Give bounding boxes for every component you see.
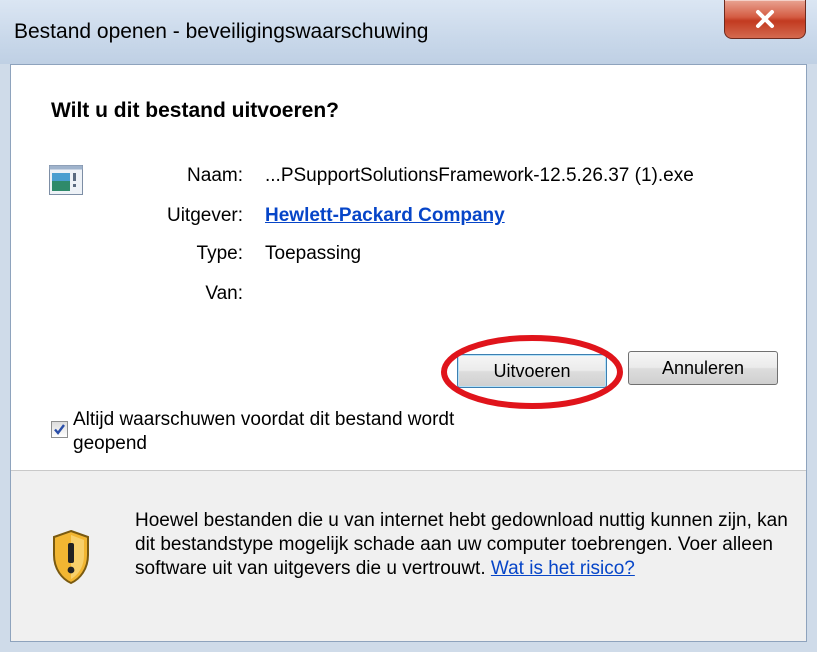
publisher-link[interactable]: Hewlett-Packard Company — [265, 205, 505, 227]
dialog-body: Wilt u dit bestand uitvoeren? Naam: ...P… — [10, 64, 807, 642]
from-label: Van: — [205, 283, 243, 304]
always-warn-label[interactable]: Altijd waarschuwen voordat dit bestand w… — [73, 408, 493, 456]
close-button[interactable] — [724, 0, 806, 39]
run-button[interactable]: Uitvoeren — [457, 354, 607, 388]
window-title: Bestand openen - beveiligingswaarschuwin… — [14, 20, 429, 43]
name-value: ...PSupportSolutionsFramework-12.5.26.37… — [265, 165, 694, 186]
warning-section: Hoewel bestanden die u van internet hebt… — [11, 471, 806, 641]
security-warning-dialog: Bestand openen - beveiligingswaarschuwin… — [0, 0, 817, 652]
name-label: Naam: — [187, 165, 243, 186]
publisher-label: Uitgever: — [166, 205, 243, 226]
warning-text: Hoewel bestanden die u van internet hebt… — [135, 510, 788, 579]
shield-warning-icon — [53, 529, 89, 585]
cancel-button[interactable]: Annuleren — [628, 351, 778, 385]
title-bar: Bestand openen - beveiligingswaarschuwin… — [0, 0, 817, 64]
dialog-heading: Wilt u dit bestand uitvoeren? — [51, 99, 339, 122]
warning-message: Hoewel bestanden die u van internet hebt… — [135, 509, 795, 581]
always-warn-checkbox[interactable] — [51, 421, 68, 438]
type-label: Type: — [196, 243, 243, 264]
checkmark-icon — [54, 424, 65, 435]
close-icon — [756, 10, 774, 28]
type-value: Toepassing — [265, 243, 362, 264]
risk-link[interactable]: Wat is het risico? — [491, 558, 635, 579]
